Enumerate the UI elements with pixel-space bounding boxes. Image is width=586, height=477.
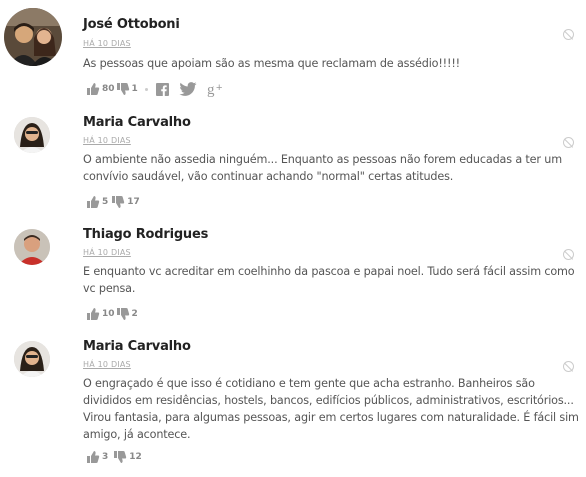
thumbs-down-icon[interactable] bbox=[116, 82, 130, 96]
thumbs-down-icon[interactable] bbox=[116, 307, 130, 321]
avatar[interactable] bbox=[4, 8, 62, 66]
comment-timestamp[interactable]: HÁ 10 DIAS bbox=[83, 248, 131, 257]
comment-timestamp[interactable]: HÁ 10 DIAS bbox=[83, 360, 131, 369]
like-count: 80 bbox=[102, 84, 115, 94]
dislike-count: 12 bbox=[129, 452, 142, 462]
like-count: 3 bbox=[102, 452, 109, 462]
report-icon[interactable] bbox=[563, 29, 574, 40]
comment-actions: 5 17 bbox=[86, 195, 141, 209]
comment-author[interactable]: Thiago Rodrigues bbox=[83, 227, 208, 242]
svg-text:g: g bbox=[207, 82, 215, 97]
comment-actions: 80 1 g + bbox=[86, 81, 237, 97]
thumbs-up-icon[interactable] bbox=[86, 82, 100, 96]
twitter-icon[interactable] bbox=[179, 82, 197, 96]
comment-actions: 3 12 bbox=[86, 450, 143, 464]
comment-author[interactable]: Maria Carvalho bbox=[83, 339, 191, 354]
comment-timestamp[interactable]: HÁ 10 DIAS bbox=[83, 39, 131, 48]
like-count: 5 bbox=[102, 197, 109, 207]
avatar[interactable] bbox=[14, 229, 50, 265]
thumbs-up-icon[interactable] bbox=[86, 307, 100, 321]
report-icon[interactable] bbox=[563, 249, 574, 260]
comment-author[interactable]: José Ottoboni bbox=[83, 17, 180, 32]
comment-timestamp[interactable]: HÁ 10 DIAS bbox=[83, 136, 131, 145]
thumbs-down-icon[interactable] bbox=[111, 195, 125, 209]
dislike-count: 17 bbox=[127, 197, 140, 207]
facebook-icon[interactable] bbox=[155, 82, 169, 96]
thumbs-up-icon[interactable] bbox=[86, 195, 100, 209]
google-plus-icon[interactable]: g + bbox=[207, 81, 227, 97]
thumbs-up-icon[interactable] bbox=[86, 450, 100, 464]
like-count: 10 bbox=[102, 309, 115, 319]
dislike-count: 2 bbox=[131, 309, 138, 319]
comment-author[interactable]: Maria Carvalho bbox=[83, 115, 191, 130]
svg-text:+: + bbox=[216, 82, 222, 94]
comment-text: O ambiente não assedia ninguém... Enquan… bbox=[83, 153, 562, 183]
report-icon[interactable] bbox=[563, 137, 574, 148]
separator-dot bbox=[144, 87, 148, 91]
comment-actions: 10 2 bbox=[86, 307, 139, 321]
comment-text: O engraçado é que isso é cotidiano e tem… bbox=[83, 377, 579, 441]
thumbs-down-icon[interactable] bbox=[113, 450, 127, 464]
dislike-count: 1 bbox=[131, 84, 138, 94]
avatar[interactable] bbox=[14, 341, 50, 377]
avatar[interactable] bbox=[14, 117, 50, 153]
comment-text: E enquanto vc acreditar em coelhinho da … bbox=[83, 265, 575, 295]
report-icon[interactable] bbox=[563, 361, 574, 372]
comment-text: As pessoas que apoiam são as mesma que r… bbox=[83, 57, 461, 70]
